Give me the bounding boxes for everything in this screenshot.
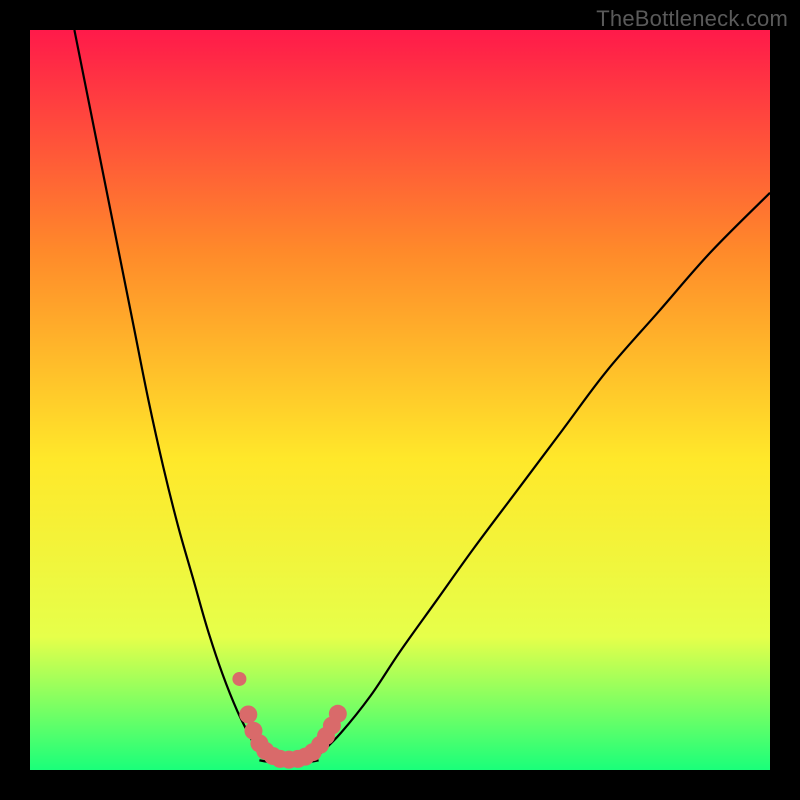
gradient-background [30,30,770,770]
highlight-dot [239,706,257,724]
chart-plot-area [30,30,770,770]
isolated-dot [232,672,246,686]
chart-svg [30,30,770,770]
highlight-dot [329,705,347,723]
watermark-text: TheBottleneck.com [596,6,788,32]
